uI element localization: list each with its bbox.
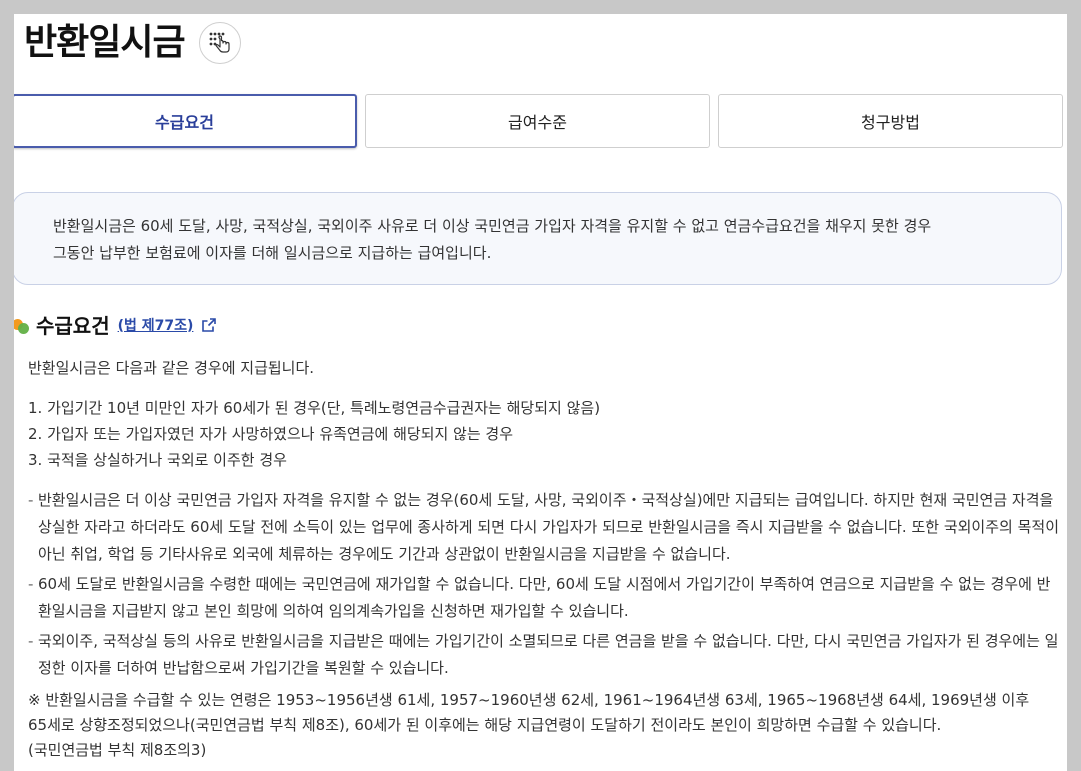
tab-eligibility[interactable]: 수급요건 [14,94,357,148]
remark-line: ※ 반환일시금을 수급할 수 있는 연령은 1953~1956년생 61세, 1… [28,691,1030,709]
section-content: 반환일시금은 다음과 같은 경우에 지급됩니다. 1. 가입기간 10년 미만인… [28,355,1064,763]
summary-line-2: 그동안 납부한 보험료에 이자를 더해 일시금으로 지급하는 급여입니다. [53,244,492,262]
section-header: 수급요건 (법 제77조) [14,310,217,339]
condition-item: 2. 가입자 또는 가입자였던 자가 사망하였으나 유족연금에 해당되지 않는 … [28,425,514,443]
section-intro: 반환일시금은 다음과 같은 경우에 지급됩니다. [28,359,315,377]
law-article-link[interactable]: (법 제77조) [118,315,194,335]
tab-bar: 수급요건 급여수준 청구방법 [14,94,1063,148]
condition-list: 1. 가입기간 10년 미만인 자가 60세가 된 경우(단, 특례노령연금수급… [28,395,1064,473]
condition-item: 3. 국적을 상실하거나 국외로 이주한 경우 [28,451,287,469]
note-item: 국외이주, 국적상실 등의 사유로 반환일시금을 지급받은 때에는 가입기간이 … [28,628,1064,682]
braille-hand-icon [209,32,230,53]
condition-item: 1. 가입기간 10년 미만인 자가 60세가 된 경우(단, 특례노령연금수급… [28,399,601,417]
page-title: 반환일시금 [24,22,186,63]
two-dot-bullet-icon [14,316,30,334]
summary-line-1: 반환일시금은 60세 도달, 사망, 국적상실, 국외이주 사유로 더 이상 국… [53,217,932,235]
tab-claim-method[interactable]: 청구방법 [718,94,1063,148]
title-bar: 반환일시금 [24,22,241,64]
external-link-icon[interactable] [201,317,217,333]
section-title: 수급요건 [36,314,110,338]
page-container: 반환일시금 수급요건 급여수준 청구방법 반환일시금은 60세 도달, 사망, … [14,14,1067,771]
age-remark: ※ 반환일시금을 수급할 수 있는 연령은 1953~1956년생 61세, 1… [28,688,1064,763]
summary-box: 반환일시금은 60세 도달, 사망, 국적상실, 국외이주 사유로 더 이상 국… [14,192,1062,285]
notes-list: 반환일시금은 더 이상 국민연금 가입자 자격을 유지할 수 없는 경우(60세… [28,487,1064,682]
remark-line: (국민연금법 부칙 제8조의3) [28,741,207,759]
note-item: 60세 도달로 반환일시금을 수령한 때에는 국민연금에 재가입할 수 없습니다… [28,571,1064,625]
tab-benefit-level[interactable]: 급여수준 [365,94,710,148]
note-item: 반환일시금은 더 이상 국민연금 가입자 자격을 유지할 수 없는 경우(60세… [28,487,1064,568]
gesture-button[interactable] [198,22,241,64]
remark-line: 65세로 상향조정되었으나(국민연금법 부칙 제8조), 60세가 된 이후에는… [28,716,942,734]
